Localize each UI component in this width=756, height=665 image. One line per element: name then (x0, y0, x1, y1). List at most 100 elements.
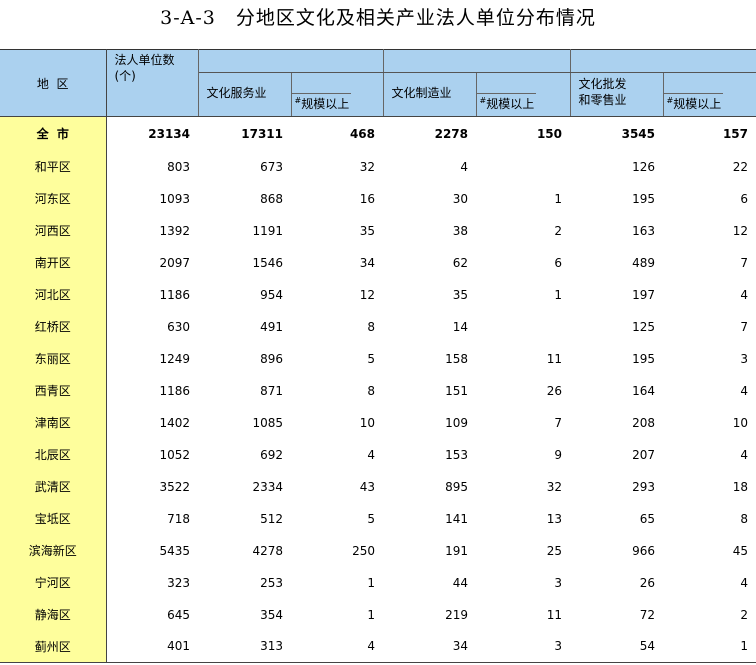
value-cell: 12 (732, 223, 748, 238)
region-cell: 和平区 (0, 150, 107, 183)
value-cell: 62 (452, 255, 468, 270)
region-cell: 河西区 (0, 214, 107, 247)
value-cell: 8 (367, 383, 375, 398)
value-cell: 3545 (570, 116, 663, 151)
value-cell: 65 (639, 511, 655, 526)
value-cell: 17311 (198, 116, 291, 151)
value-cell: 32 (546, 479, 562, 494)
table-row: 河东区 1093 868 16 30 1 195 6 (0, 182, 756, 215)
value-cell: 26 (546, 383, 562, 398)
value-cell: 150 (476, 116, 570, 151)
value-cell: 35 (452, 287, 468, 302)
value-cell: 293 (632, 479, 655, 494)
value-cell: 2334 (252, 479, 283, 494)
region-cell: 河东区 (0, 182, 107, 215)
value-cell: 692 (260, 447, 283, 462)
value-cell: 45 (732, 543, 748, 558)
value-cell: 2 (554, 223, 562, 238)
value-cell: 1 (554, 287, 562, 302)
region-cell: 津南区 (0, 406, 107, 439)
total-header: 法人单位数 (个) (106, 49, 199, 117)
value-cell: 4 (367, 447, 375, 462)
value-cell: 803 (167, 159, 190, 174)
value-cell: 313 (198, 630, 291, 663)
value-cell: 32 (359, 159, 375, 174)
value-cell: 491 (260, 319, 283, 334)
value-cell: 4 (291, 630, 383, 663)
value-cell: 5 (367, 511, 375, 526)
value-cell: 3 (554, 575, 562, 590)
value-cell: 1085 (252, 415, 283, 430)
value-cell: 191 (445, 543, 468, 558)
value-cell: 401 (106, 630, 198, 663)
value-cell: 1 (663, 630, 756, 663)
value-cell: 13 (546, 511, 562, 526)
value-cell: 151 (445, 383, 468, 398)
value-cell: 718 (167, 511, 190, 526)
value-cell: 109 (445, 415, 468, 430)
region-cell: 西青区 (0, 374, 107, 407)
region-cell: 武清区 (0, 470, 107, 503)
manufacturing-header: 文化制造业 (383, 72, 477, 117)
total-header-line1: 法人单位数 (114, 53, 175, 67)
value-cell: 1052 (159, 447, 190, 462)
value-cell: 323 (167, 575, 190, 590)
region-cell: 北辰区 (0, 438, 107, 471)
value-cell: 1249 (159, 351, 190, 366)
value-cell: 197 (632, 287, 655, 302)
region-cell: 宝坻区 (0, 502, 107, 535)
value-cell: 871 (260, 383, 283, 398)
value-cell: 25 (546, 543, 562, 558)
value-cell: 11 (546, 351, 562, 366)
value-cell: 163 (632, 223, 655, 238)
table-row: 北辰区 1052 692 4 153 9 207 4 (0, 438, 756, 471)
service-above-scale-header: #规模以上 (291, 72, 384, 117)
value-cell: 208 (632, 415, 655, 430)
value-cell: 9 (554, 447, 562, 462)
value-cell: 2278 (383, 116, 476, 151)
table-row: 蓟州区 401 313 4 34 3 54 1 (0, 630, 756, 663)
table-row: 河西区 1392 1191 35 38 2 163 12 (0, 214, 756, 247)
value-cell: 4 (740, 287, 748, 302)
value-cell: 72 (639, 607, 655, 622)
value-cell: 6 (554, 255, 562, 270)
value-cell: 7 (740, 255, 748, 270)
table-row: 滨海新区 5435 4278 250 191 25 966 45 (0, 534, 756, 567)
value-cell: 3522 (159, 479, 190, 494)
manufacturing-header-top (383, 49, 571, 73)
wholesale-above-scale-header: #规模以上 (663, 72, 756, 117)
value-cell (476, 151, 570, 183)
manufacturing-header-label: 文化制造业 (391, 86, 452, 100)
value-cell: 164 (632, 383, 655, 398)
value-cell: 44 (452, 575, 468, 590)
value-cell: 868 (260, 191, 283, 206)
value-cell: 1186 (159, 383, 190, 398)
value-cell: 1 (367, 607, 375, 622)
value-cell: 30 (452, 191, 468, 206)
value-cell: 38 (452, 223, 468, 238)
region-header: 地 区 (0, 49, 107, 117)
value-cell: 3 (476, 630, 570, 663)
value-cell: 250 (352, 543, 375, 558)
table-row: 河北区 1186 954 12 35 1 197 4 (0, 278, 756, 311)
value-cell: 22 (732, 159, 748, 174)
table-row: 南开区 2097 1546 34 62 6 489 7 (0, 246, 756, 279)
value-cell: 158 (445, 351, 468, 366)
value-cell: 7 (554, 415, 562, 430)
value-cell: 12 (359, 287, 375, 302)
value-cell: 4 (740, 575, 748, 590)
value-cell: 4 (460, 159, 468, 174)
region-cell: 蓟州区 (0, 630, 107, 663)
value-cell: 1 (554, 191, 562, 206)
value-cell: 141 (445, 511, 468, 526)
value-cell: 1186 (159, 287, 190, 302)
value-cell: 219 (445, 607, 468, 622)
value-cell: 673 (260, 159, 283, 174)
above-scale-label: 规模以上 (673, 97, 722, 111)
value-cell: 1093 (159, 191, 190, 206)
region-cell: 静海区 (0, 598, 107, 631)
region-cell: 河北区 (0, 278, 107, 311)
value-cell: 195 (632, 351, 655, 366)
value-cell: 34 (359, 255, 375, 270)
page-title: 3-A-3 分地区文化及相关产业法人单位分布情况 (160, 7, 596, 29)
